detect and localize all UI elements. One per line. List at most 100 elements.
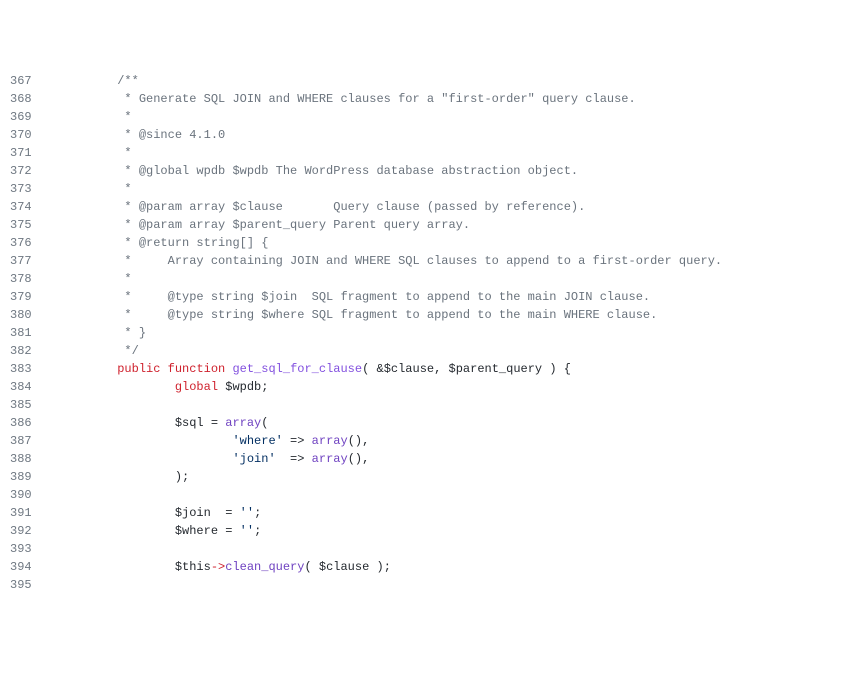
code-line[interactable]: * Generate SQL JOIN and WHERE clauses fo… [60,90,862,108]
line-number: 391 [10,504,32,522]
code-token: ); [369,560,391,574]
line-number: 374 [10,198,32,216]
code-line[interactable] [60,540,862,558]
code-token [60,470,175,484]
code-token: ; [254,524,261,538]
line-number: 387 [10,432,32,450]
code-line[interactable]: * Array containing JOIN and WHERE SQL cl… [60,252,862,270]
code-line[interactable]: * @type string $where SQL fragment to ap… [60,306,862,324]
code-line[interactable]: $join = ''; [60,504,862,522]
code-line[interactable]: global $wpdb; [60,378,862,396]
code-token: array [312,452,348,466]
line-number: 389 [10,468,32,486]
line-number: 378 [10,270,32,288]
code-token: * [60,146,132,160]
code-token: * @param array $clause Query clause (pas… [60,200,586,214]
code-token: /** [60,74,139,88]
code-token: (), [348,434,370,448]
line-number: 394 [10,558,32,576]
code-token: * [60,182,132,196]
line-number: 368 [10,90,32,108]
code-line[interactable]: 'where' => array(), [60,432,862,450]
line-number: 385 [10,396,32,414]
code-token: -> [211,560,225,574]
line-number: 380 [10,306,32,324]
code-line[interactable]: 'join' => array(), [60,450,862,468]
code-line[interactable]: $sql = array( [60,414,862,432]
code-line[interactable]: * @type string $join SQL fragment to app… [60,288,862,306]
code-token: 'where' [232,434,282,448]
code-line[interactable]: * @since 4.1.0 [60,126,862,144]
line-number: 390 [10,486,32,504]
code-line[interactable]: * [60,180,862,198]
code-line[interactable]: * [60,270,862,288]
code-token [160,362,167,376]
code-token: array [312,434,348,448]
code-token: * @global wpdb $wpdb The WordPress datab… [60,164,578,178]
code-token [60,452,233,466]
code-token [60,380,175,394]
code-token: $join [175,506,211,520]
code-token: => [276,452,312,466]
code-line[interactable]: ); [60,468,862,486]
line-number: 369 [10,108,32,126]
code-token: (), [348,452,370,466]
line-number: 381 [10,324,32,342]
code-token: * @since 4.1.0 [60,128,226,142]
code-line[interactable]: * @global wpdb $wpdb The WordPress datab… [60,162,862,180]
code-token: ); [175,470,189,484]
line-number-gutter: 3673683693703713723733743753763773783793… [0,72,50,594]
line-number: 393 [10,540,32,558]
code-line[interactable]: * @param array $clause Query clause (pas… [60,198,862,216]
code-line[interactable] [60,396,862,414]
code-token: * @return string[] { [60,236,269,250]
code-token: $sql [175,416,204,430]
line-number: 383 [10,360,32,378]
line-number: 376 [10,234,32,252]
code-token: , [434,362,448,376]
code-token [60,560,175,574]
code-line[interactable]: public function get_sql_for_clause( &$cl… [60,360,862,378]
code-token: global [175,380,218,394]
code-line[interactable]: * @param array $parent_query Parent quer… [60,216,862,234]
code-token: array [225,416,261,430]
code-token [60,434,233,448]
line-number: 373 [10,180,32,198]
code-token: * Array containing JOIN and WHERE SQL cl… [60,254,723,268]
code-token: */ [60,344,139,358]
code-token [60,362,118,376]
code-token: clean_query [225,560,304,574]
code-token: * @param array $parent_query Parent quer… [60,218,470,232]
code-token: * @type string $join SQL fragment to app… [60,290,651,304]
code-line[interactable]: * } [60,324,862,342]
code-token: '' [240,524,254,538]
line-number: 367 [10,72,32,90]
code-line[interactable]: * [60,144,862,162]
line-number: 388 [10,450,32,468]
code-token: ; [261,380,268,394]
code-token: $parent_query [449,362,543,376]
code-line[interactable]: $where = ''; [60,522,862,540]
code-token: $wpdb [225,380,261,394]
code-line[interactable]: * [60,108,862,126]
code-line[interactable] [60,486,862,504]
code-content[interactable]: /** * Generate SQL JOIN and WHERE clause… [50,72,862,594]
code-line[interactable]: $this->clean_query( $clause ); [60,558,862,576]
code-token [60,524,175,538]
code-line[interactable]: * @return string[] { [60,234,862,252]
code-token: * @type string $where SQL fragment to ap… [60,308,658,322]
code-line[interactable]: /** [60,72,862,90]
line-number: 370 [10,126,32,144]
code-line[interactable] [60,576,862,594]
code-token: = [204,416,226,430]
code-token: function [168,362,226,376]
line-number: 375 [10,216,32,234]
code-token: = [218,524,240,538]
code-token: * [60,110,132,124]
code-line[interactable]: */ [60,342,862,360]
code-token: ( [304,560,318,574]
code-token: ( [261,416,268,430]
code-token: ; [254,506,261,520]
line-number: 395 [10,576,32,594]
code-token: * } [60,326,146,340]
